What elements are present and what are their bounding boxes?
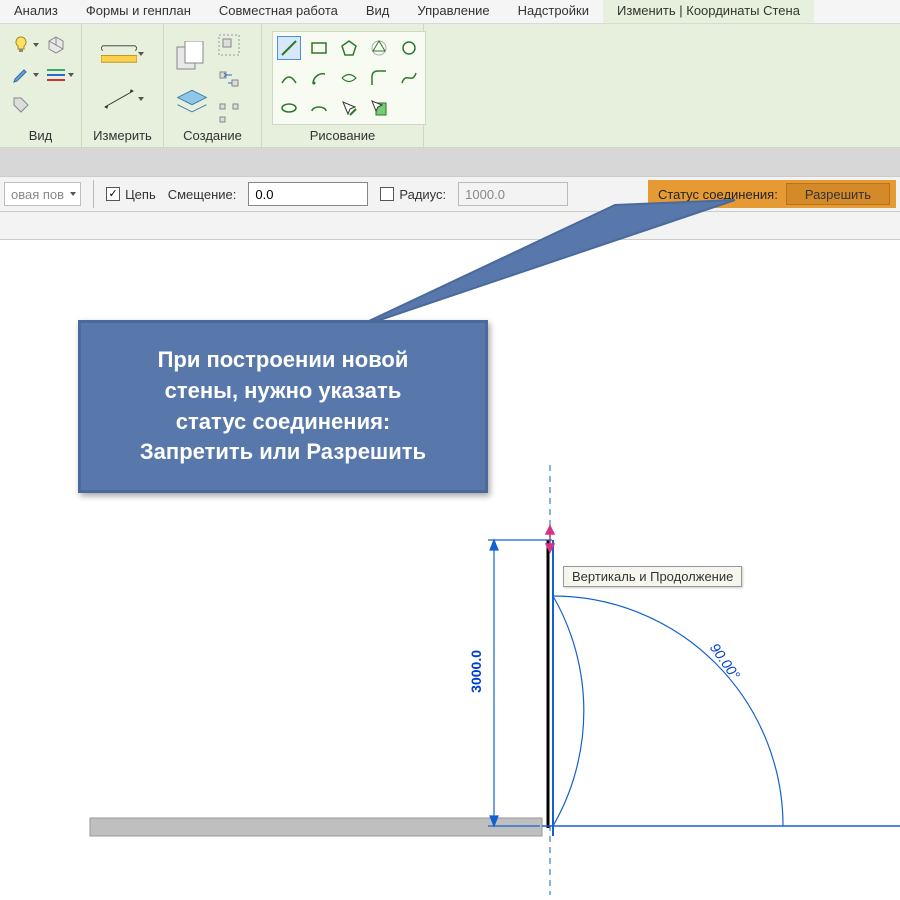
callout-box: При построении новой стены, нужно указат… [78,320,488,493]
callout-line: статус соединения: [176,409,391,434]
callout-line: Запретить или Разрешить [140,439,426,464]
dimension-length-label: 3000.0 [468,650,484,693]
snap-tooltip-text: Вертикаль и Продолжение [572,569,733,584]
callout-line: При построении новой [158,347,409,372]
callout-line: стены, нужно указать [165,378,402,403]
snap-tooltip: Вертикаль и Продолжение [563,566,742,587]
